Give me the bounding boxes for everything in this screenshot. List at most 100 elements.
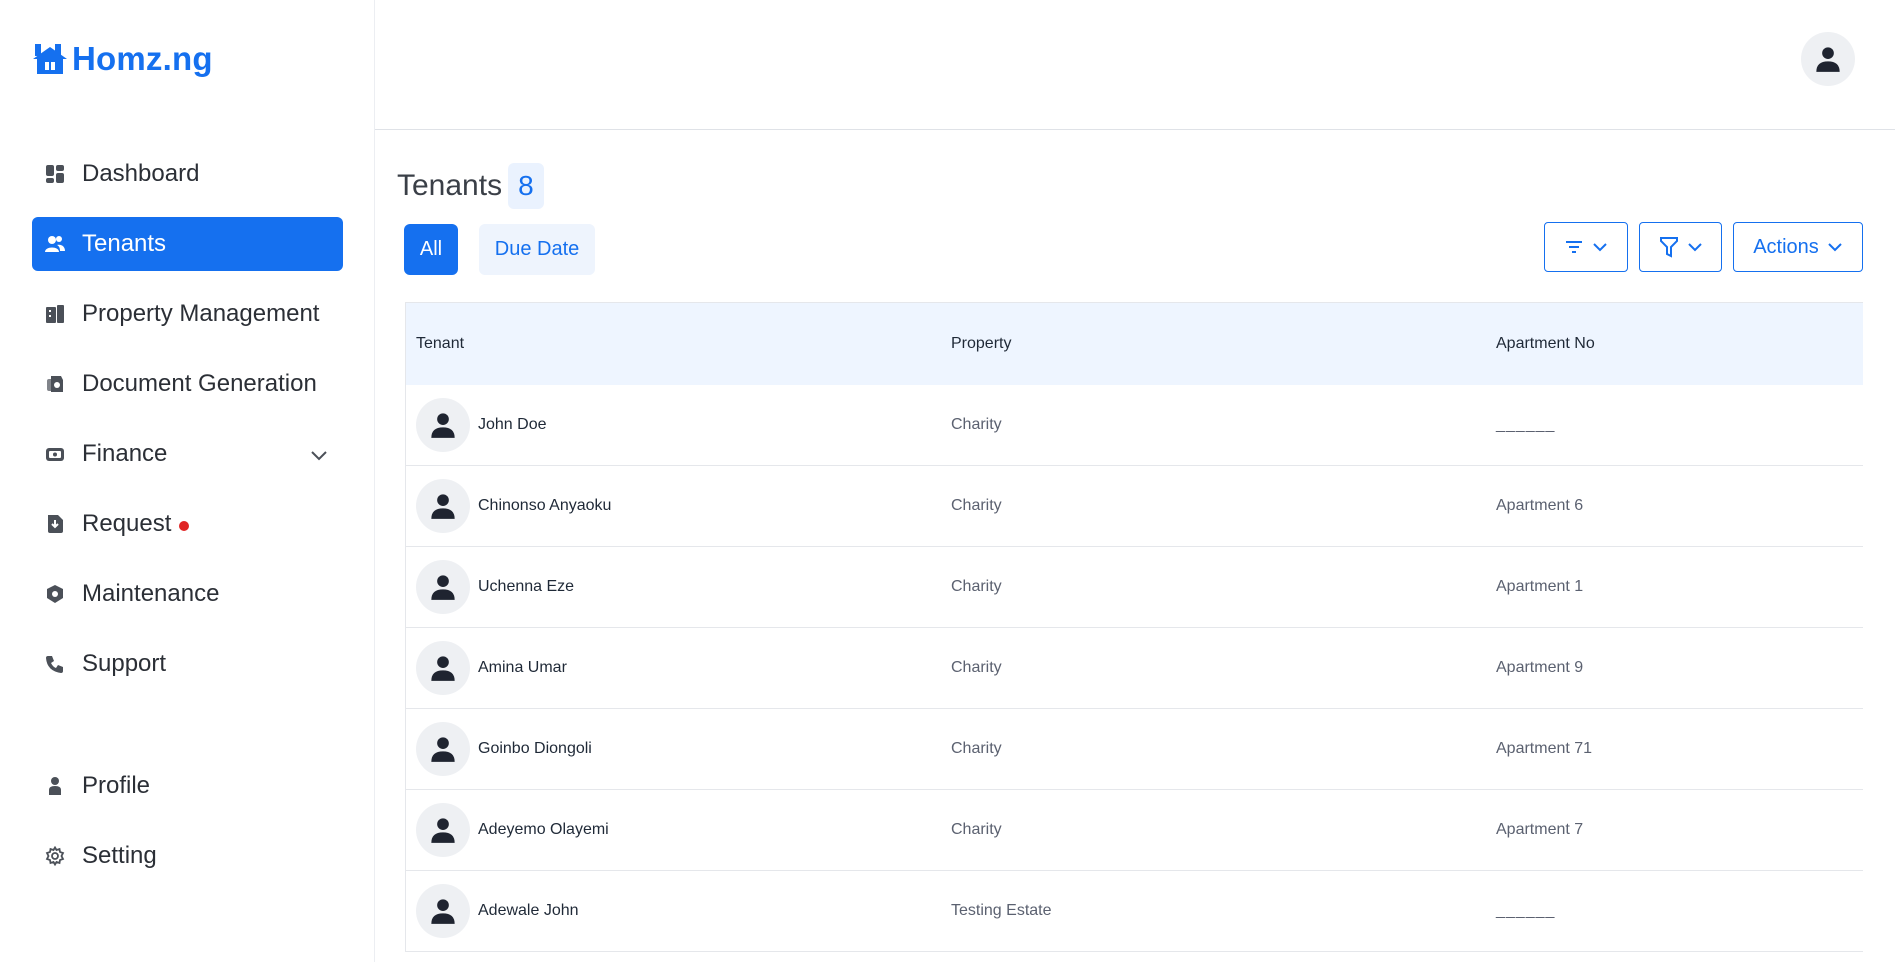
tenant-property: Charity <box>951 497 1002 514</box>
column-header-property[interactable]: Property <box>951 335 1496 353</box>
tenant-avatar <box>416 398 470 452</box>
tenant-name: Uchenna Eze <box>478 578 575 595</box>
tenant-apartment: Apartment 71 <box>1496 740 1593 757</box>
table-row[interactable]: Uchenna Eze Charity Apartment 1 <box>406 547 1863 628</box>
sidebar-item-tenants[interactable]: Tenants <box>32 217 343 271</box>
table-row[interactable]: Adewale John Testing Estate ______ <box>406 871 1863 952</box>
table-header: Tenant Property Apartment No <box>406 303 1863 385</box>
brand-logo[interactable]: Homz.ng <box>32 40 213 78</box>
top-bar <box>375 0 1895 130</box>
wallet-icon <box>44 443 66 465</box>
user-avatar-icon <box>1816 47 1840 72</box>
tenant-name: Goinbo Diongoli <box>478 740 592 757</box>
gear-icon <box>44 845 66 867</box>
person-icon <box>431 737 455 762</box>
tenants-table: Tenant Property Apartment No John Doe Ch… <box>405 302 1863 952</box>
chevron-down-icon <box>1687 243 1702 252</box>
tenant-name: Chinonso Anyaoku <box>478 497 612 514</box>
chevron-down-icon[interactable] <box>309 444 329 464</box>
tenant-name: Adewale John <box>478 902 579 919</box>
notification-dot <box>179 521 190 531</box>
document-icon <box>44 373 66 395</box>
sidebar-item-support[interactable]: Support <box>32 637 343 691</box>
sidebar-item-label: Document Generation <box>82 370 317 397</box>
sidebar-item-finance[interactable]: Finance <box>32 427 343 481</box>
brand-name: Homz.ng <box>72 40 213 77</box>
actions-dropdown-button[interactable]: Actions <box>1733 222 1863 272</box>
tenant-avatar <box>416 722 470 776</box>
users-icon <box>44 233 66 255</box>
sidebar-item-label: Setting <box>82 842 157 869</box>
tenant-count-badge: 8 <box>508 163 544 209</box>
sort-dropdown-button[interactable] <box>1544 222 1628 272</box>
sidebar-item-label: Request <box>82 510 172 537</box>
house-logo-icon <box>33 44 67 74</box>
sidebar-item-request[interactable]: Request <box>32 497 343 551</box>
sidebar-item-document-generation[interactable]: Document Generation <box>32 357 343 411</box>
table-row[interactable]: Goinbo Diongoli Charity Apartment 71 <box>406 709 1863 790</box>
tenant-property: Testing Estate <box>951 902 1052 919</box>
chevron-down-icon <box>1593 243 1607 252</box>
tenant-property: Charity <box>951 740 1002 757</box>
phone-icon <box>44 653 66 675</box>
page-title: Tenants 8 <box>397 163 544 209</box>
tenant-avatar <box>416 560 470 614</box>
tenant-property: Charity <box>951 578 1002 595</box>
tenant-avatar <box>416 884 470 938</box>
person-icon <box>431 494 455 519</box>
tenant-avatar <box>416 641 470 695</box>
sidebar-item-profile[interactable]: Profile <box>32 759 343 813</box>
person-icon <box>431 575 455 600</box>
page-title-text: Tenants <box>397 169 503 202</box>
person-icon <box>431 818 455 843</box>
tenant-apartment: ______ <box>1496 902 1556 919</box>
dashboard-icon <box>44 163 66 185</box>
person-icon <box>431 656 455 681</box>
user-avatar-button[interactable] <box>1801 32 1855 86</box>
table-row[interactable]: Chinonso Anyaoku Charity Apartment 6 <box>406 466 1863 547</box>
tab-all[interactable]: All <box>404 224 458 275</box>
tenant-avatar <box>416 803 470 857</box>
sidebar-item-label: Dashboard <box>82 160 200 187</box>
sidebar-item-label: Maintenance <box>82 580 220 607</box>
sort-lines-icon <box>1566 241 1582 253</box>
tab-due-date[interactable]: Due Date <box>479 224 595 275</box>
table-row[interactable]: Adeyemo Olayemi Charity Apartment 7 <box>406 790 1863 871</box>
person-icon <box>44 775 66 797</box>
request-icon <box>44 513 66 535</box>
building-icon <box>44 303 66 325</box>
tenant-apartment: Apartment 6 <box>1496 497 1584 514</box>
sidebar-item-label: Tenants <box>82 230 167 257</box>
tenant-name: Amina Umar <box>478 659 567 676</box>
tenant-property: Charity <box>951 416 1002 433</box>
tenant-apartment: ______ <box>1496 416 1556 433</box>
tenant-avatar <box>416 479 470 533</box>
sidebar-item-maintenance[interactable]: Maintenance <box>32 567 343 621</box>
sidebar-item-label: Support <box>82 650 167 677</box>
shield-icon <box>44 583 66 605</box>
table-row[interactable]: John Doe Charity ______ <box>406 385 1863 466</box>
sidebar-item-setting[interactable]: Setting <box>32 829 343 883</box>
actions-label: Actions <box>1753 235 1819 258</box>
sidebar-item-dashboard[interactable]: Dashboard <box>32 147 343 201</box>
sidebar-item-label: Profile <box>82 772 151 799</box>
tenant-property: Charity <box>951 821 1002 838</box>
funnel-icon <box>1659 237 1678 258</box>
sidebar-item-label: Property Management <box>82 300 320 327</box>
tenant-name: Adeyemo Olayemi <box>478 821 609 838</box>
tenant-apartment: Apartment 1 <box>1496 578 1584 595</box>
tenant-property: Charity <box>951 659 1002 676</box>
tenant-name: John Doe <box>478 416 547 433</box>
sidebar-item-label: Finance <box>82 440 168 467</box>
tenant-apartment: Apartment 9 <box>1496 659 1584 676</box>
person-icon <box>431 413 455 438</box>
column-header-tenant[interactable]: Tenant <box>406 335 951 353</box>
chevron-down-icon <box>1828 243 1842 252</box>
tenant-apartment: Apartment 7 <box>1496 821 1584 838</box>
column-header-apartment[interactable]: Apartment No <box>1496 335 1595 353</box>
person-icon <box>431 899 455 924</box>
filter-dropdown-button[interactable] <box>1639 222 1722 272</box>
sidebar-item-property-management[interactable]: Property Management <box>32 287 343 341</box>
sidebar: Homz.ng Dashboard Tenants Property Manag… <box>0 0 375 962</box>
table-row[interactable]: Amina Umar Charity Apartment 9 <box>406 628 1863 709</box>
